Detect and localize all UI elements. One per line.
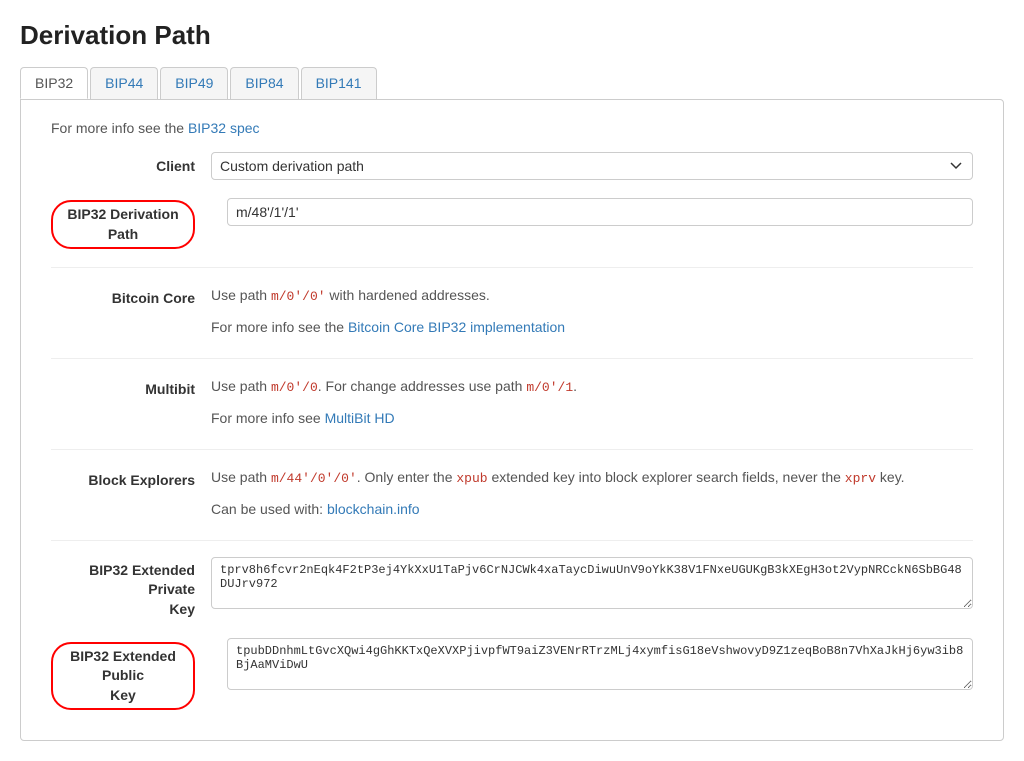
block-explorers-row: Block Explorers Use path m/44'/0'/0'. On… <box>51 466 973 522</box>
private-key-textarea[interactable] <box>211 557 973 609</box>
public-key-label-wrapper: BIP32 Extended PublicKey <box>51 638 211 711</box>
client-row: Client Custom derivation path Bitcoin Co… <box>51 152 973 180</box>
blockchain-info-link[interactable]: blockchain.info <box>327 501 420 517</box>
tab-bip141[interactable]: BIP141 <box>301 67 377 99</box>
multibit-desc: Use path m/0'/0. For change addresses us… <box>211 375 973 431</box>
bc-desc1: Use path <box>211 287 271 303</box>
be-xprv: xprv <box>845 471 876 486</box>
be-line1: Use path m/44'/0'/0'. Only enter the xpu… <box>211 466 973 490</box>
bitcoin-core-label: Bitcoin Core <box>51 284 211 306</box>
tabs-container: BIP32 BIP44 BIP49 BIP84 BIP141 For more … <box>20 67 1004 741</box>
bitcoin-core-line2: For more info see the Bitcoin Core BIP32… <box>211 316 973 340</box>
be-xpub: xpub <box>456 471 487 486</box>
mb-desc1: Use path <box>211 378 271 394</box>
public-key-label: BIP32 Extended PublicKey <box>51 642 195 711</box>
client-select[interactable]: Custom derivation path Bitcoin Core Mult… <box>211 152 973 180</box>
bitcoin-core-row: Bitcoin Core Use path m/0'/0' with harde… <box>51 284 973 340</box>
private-key-label: BIP32 Extended PrivateKey <box>51 557 211 620</box>
bip32-path-input[interactable] <box>227 198 973 226</box>
bip32-path-label: BIP32 Derivation Path <box>51 200 195 249</box>
bip32-spec-link[interactable]: BIP32 spec <box>188 120 260 136</box>
public-key-row: BIP32 Extended PublicKey <box>51 638 973 711</box>
be-desc3: extended key into block explorer search … <box>488 469 845 485</box>
page-title: Derivation Path <box>20 20 1004 51</box>
mb-link-text: For more info see <box>211 410 325 426</box>
block-explorers-desc: Use path m/44'/0'/0'. Only enter the xpu… <box>211 466 973 522</box>
info-row: For more info see the BIP32 spec <box>51 120 973 136</box>
divider-4 <box>51 540 973 541</box>
multibit-row: Multibit Use path m/0'/0. For change add… <box>51 375 973 431</box>
be-path: m/44'/0'/0' <box>271 471 357 486</box>
tab-bip44[interactable]: BIP44 <box>90 67 158 99</box>
divider-1 <box>51 267 973 268</box>
multibit-hd-link[interactable]: MultiBit HD <box>325 410 395 426</box>
bc-link-text: For more info see the <box>211 319 348 335</box>
multibit-line1: Use path m/0'/0. For change addresses us… <box>211 375 973 399</box>
bip32-path-row: BIP32 Derivation Path <box>51 198 973 249</box>
be-desc2: . Only enter the <box>357 469 457 485</box>
tabs-row: BIP32 BIP44 BIP49 BIP84 BIP141 <box>20 67 1004 99</box>
public-key-textarea[interactable] <box>227 638 973 690</box>
mb-desc2: . For change addresses use path <box>318 378 527 394</box>
multibit-label: Multibit <box>51 375 211 397</box>
private-key-row: BIP32 Extended PrivateKey <box>51 557 973 620</box>
be-desc1: Use path <box>211 469 271 485</box>
info-text: For more info see the <box>51 120 188 136</box>
client-label: Client <box>51 152 211 174</box>
mb-desc3: . <box>573 378 577 394</box>
multibit-line2: For more info see MultiBit HD <box>211 407 973 431</box>
be-line2: Can be used with: blockchain.info <box>211 498 973 522</box>
divider-3 <box>51 449 973 450</box>
bc-desc2: with hardened addresses. <box>326 287 490 303</box>
bitcoin-core-line1: Use path m/0'/0' with hardened addresses… <box>211 284 973 308</box>
bip32-label-wrapper: BIP32 Derivation Path <box>51 198 211 249</box>
block-explorers-label: Block Explorers <box>51 466 211 488</box>
be-desc4: key. <box>876 469 905 485</box>
divider-2 <box>51 358 973 359</box>
bitcoin-core-link[interactable]: Bitcoin Core BIP32 implementation <box>348 319 565 335</box>
mb-path1: m/0'/0 <box>271 380 318 395</box>
tab-bip32[interactable]: BIP32 <box>20 67 88 99</box>
mb-path2: m/0'/1 <box>526 380 573 395</box>
bc-path: m/0'/0' <box>271 289 326 304</box>
tab-panel: For more info see the BIP32 spec Client … <box>20 99 1004 741</box>
tab-bip49[interactable]: BIP49 <box>160 67 228 99</box>
be-can: Can be used with: <box>211 501 327 517</box>
bitcoin-core-desc: Use path m/0'/0' with hardened addresses… <box>211 284 973 340</box>
tab-bip84[interactable]: BIP84 <box>230 67 298 99</box>
